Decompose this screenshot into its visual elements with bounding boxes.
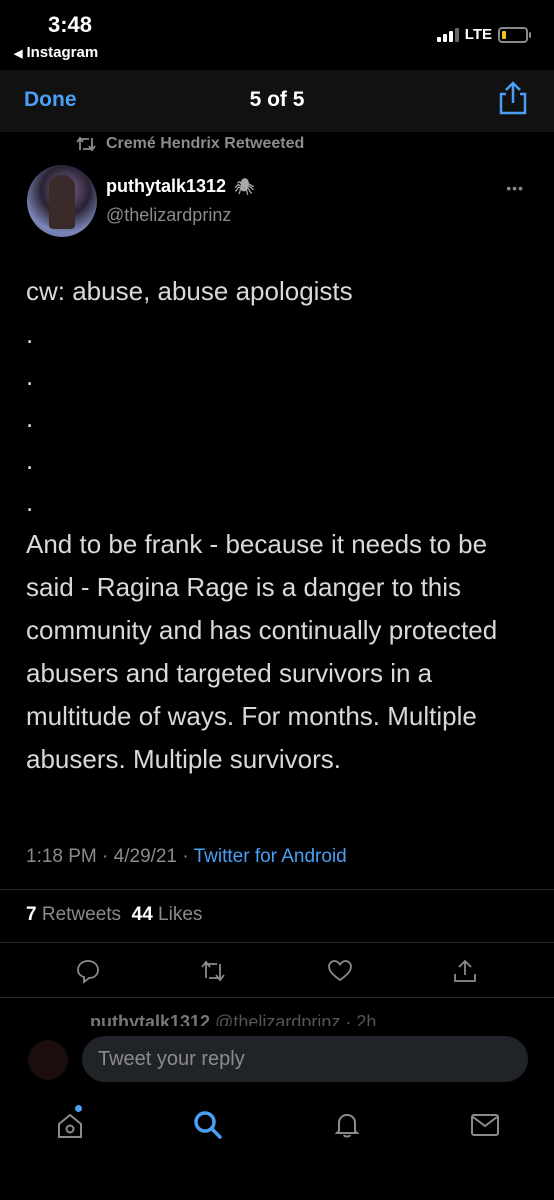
display-name[interactable]: puthytalk1312 🕷 bbox=[106, 176, 254, 197]
reply-icon[interactable] bbox=[75, 958, 101, 984]
retweeted-by-text: Cremé Hendrix Retweeted bbox=[106, 135, 305, 152]
avatar[interactable] bbox=[27, 165, 97, 237]
retweets-count: 7 bbox=[26, 904, 37, 925]
tweet-dot: . bbox=[26, 445, 34, 475]
tweet-time: 1:18 PM bbox=[26, 846, 97, 867]
tweet-date: 4/29/21 bbox=[113, 846, 178, 867]
divider bbox=[0, 942, 554, 943]
tweet-dot: . bbox=[26, 403, 34, 433]
tweet-meta: 1:18 PM · 4/29/21 · Twitter for Android bbox=[26, 846, 347, 867]
search-icon[interactable] bbox=[192, 1109, 224, 1141]
image-counter: 5 of 5 bbox=[249, 88, 305, 111]
share-icon[interactable] bbox=[496, 80, 530, 116]
reply-input[interactable] bbox=[82, 1036, 528, 1082]
status-time: 3:48 bbox=[48, 12, 93, 37]
tweet-dot: . bbox=[26, 487, 34, 517]
back-to-app-link[interactable]: ◀ Instagram bbox=[14, 44, 98, 61]
messages-icon[interactable] bbox=[470, 1112, 500, 1138]
share-icon[interactable] bbox=[452, 958, 478, 984]
tweet-dot: . bbox=[26, 319, 34, 349]
tweet-stats: 7 Retweets 44 Likes bbox=[26, 904, 202, 926]
signal-icon bbox=[436, 27, 459, 42]
tweet-dot: . bbox=[26, 361, 34, 391]
likes-label: Likes bbox=[158, 904, 203, 925]
retweets-label: Retweets bbox=[41, 904, 122, 925]
retweeted-by-line[interactable]: Cremé Hendrix Retweeted bbox=[76, 135, 304, 153]
retweets-stat[interactable]: 7 Retweets bbox=[26, 904, 121, 925]
battery-icon bbox=[498, 26, 531, 43]
reply-avatar bbox=[28, 1040, 68, 1080]
divider bbox=[0, 889, 554, 890]
status-indicators: LTE bbox=[436, 26, 531, 43]
notifications-icon[interactable] bbox=[332, 1110, 362, 1140]
like-icon[interactable] bbox=[327, 958, 353, 984]
divider bbox=[0, 997, 554, 998]
display-name-text: puthytalk1312 bbox=[106, 176, 227, 196]
retweet-icon bbox=[76, 136, 96, 152]
tweet-text: cw: abuse, abuse apologists . . . . . An… bbox=[26, 270, 538, 781]
more-dots-icon[interactable]: ••• bbox=[506, 180, 524, 196]
retweet-icon[interactable] bbox=[200, 958, 226, 984]
network-label: LTE bbox=[464, 26, 492, 43]
tweet-source-link[interactable]: Twitter for Android bbox=[194, 846, 347, 867]
tweet-first-line: cw: abuse, abuse apologists bbox=[26, 276, 353, 306]
spider-emoji: 🕷 bbox=[234, 178, 255, 196]
tweet-body-paragraph: And to be frank - because it needs to be… bbox=[26, 529, 498, 774]
home-icon[interactable] bbox=[55, 1111, 85, 1141]
user-handle[interactable]: @thelizardprinz bbox=[106, 205, 231, 226]
back-app-label: Instagram bbox=[26, 44, 99, 61]
likes-stat[interactable]: 44 Likes bbox=[132, 904, 203, 925]
tweet-actions bbox=[0, 958, 554, 988]
likes-count: 44 bbox=[131, 904, 153, 925]
back-triangle-icon: ◀ bbox=[14, 48, 23, 60]
